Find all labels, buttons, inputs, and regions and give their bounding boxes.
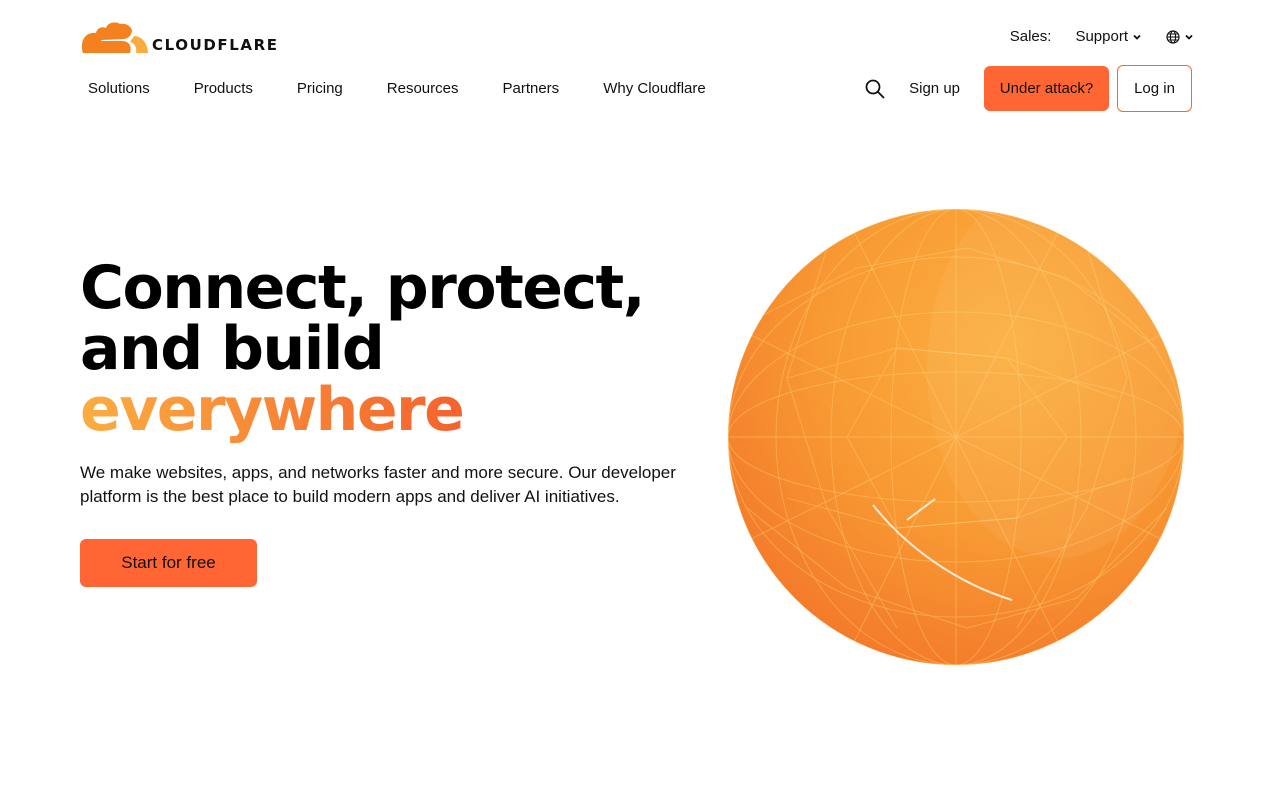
under-attack-button[interactable]: Under attack?	[984, 66, 1109, 111]
signup-link[interactable]: Sign up	[909, 80, 960, 97]
login-button[interactable]: Log in	[1117, 65, 1192, 112]
globe-illustration	[728, 209, 1184, 665]
cloud-logo-icon	[82, 22, 148, 53]
sales-link[interactable]: Sales:	[1010, 28, 1052, 45]
nav-item-pricing[interactable]: Pricing	[297, 78, 343, 100]
support-dropdown[interactable]: Support	[1075, 28, 1142, 45]
hero-title-line2: and build	[80, 314, 385, 384]
support-label: Support	[1075, 28, 1128, 45]
main-nav: Solutions Products Pricing Resources Par…	[88, 78, 750, 100]
hero-section: Connect, protect, and build everywhere W…	[80, 258, 700, 587]
search-icon	[865, 79, 885, 99]
hero-title-accent: everywhere	[80, 375, 465, 445]
hero-title-line1: Connect, protect,	[80, 253, 645, 323]
start-for-free-button[interactable]: Start for free	[80, 539, 257, 587]
nav-item-products[interactable]: Products	[194, 78, 253, 100]
hero-description: We make websites, apps, and networks fas…	[80, 463, 676, 506]
nav-item-resources[interactable]: Resources	[387, 78, 459, 100]
chevron-down-icon	[1133, 34, 1141, 40]
language-dropdown[interactable]	[1166, 29, 1194, 44]
chevron-down-icon	[1185, 34, 1193, 40]
nav-item-solutions[interactable]: Solutions	[88, 78, 150, 100]
brand-name: CLOUDFLARE	[152, 36, 279, 54]
utility-bar: Sales: Support	[1010, 28, 1194, 45]
hero-title: Connect, protect, and build everywhere	[80, 258, 700, 441]
account-actions: Sign up Under attack? Log in	[863, 65, 1192, 112]
nav-item-why-cloudflare[interactable]: Why Cloudflare	[603, 78, 706, 100]
nav-item-partners[interactable]: Partners	[502, 78, 559, 100]
cloudflare-logo[interactable]: CLOUDFLARE	[80, 20, 290, 54]
globe-icon	[1166, 29, 1180, 44]
search-button[interactable]	[863, 77, 887, 101]
